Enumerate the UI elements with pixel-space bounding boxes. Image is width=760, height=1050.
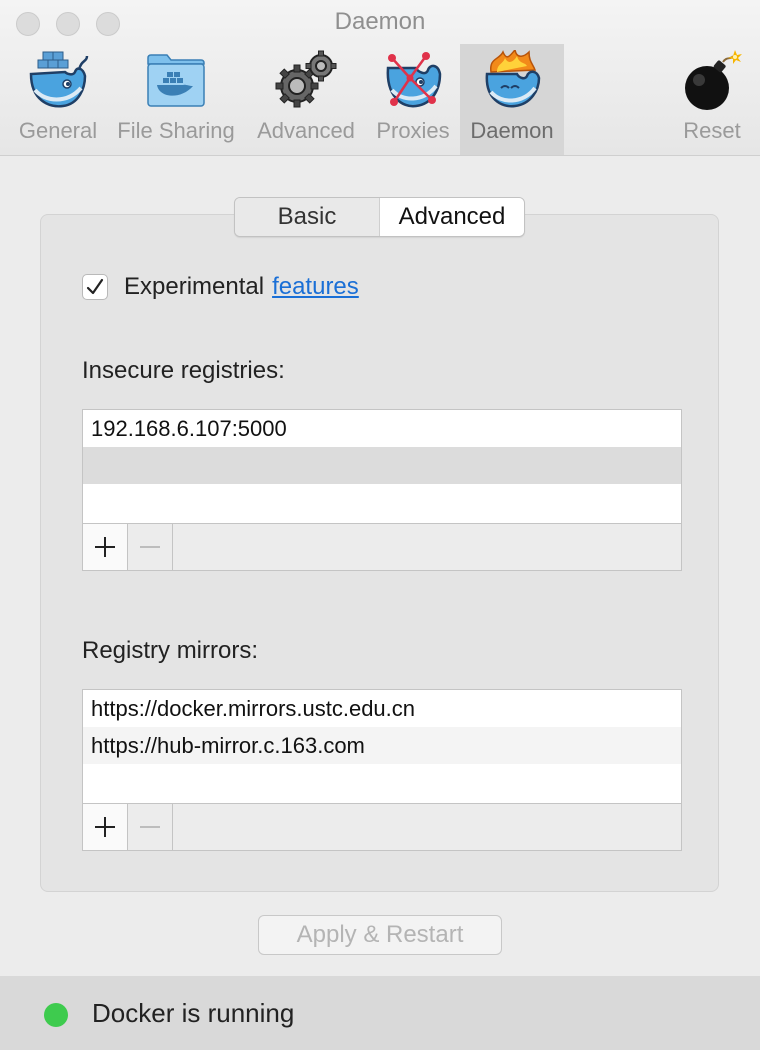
toolbar-item-proxies[interactable]: Proxies — [368, 44, 458, 155]
toolbar-item-label: Proxies — [376, 118, 450, 143]
shared-folder-icon — [147, 54, 205, 107]
toolbar-item-label: Daemon — [470, 118, 554, 143]
window-title: Daemon — [334, 8, 426, 35]
toolbar-item-advanced[interactable]: Advanced — [250, 44, 362, 155]
status-running-indicator — [44, 1003, 68, 1027]
experimental-label: Experimental — [124, 273, 265, 300]
bomb-icon — [685, 50, 742, 110]
checkmark-icon — [86, 278, 104, 295]
tab-advanced[interactable]: Advanced — [380, 198, 524, 236]
plus-icon — [95, 537, 115, 557]
tab-basic[interactable]: Basic — [235, 198, 380, 236]
remove-insecure-registry-button[interactable] — [128, 524, 173, 570]
list-blank-area — [83, 764, 681, 803]
insecure-registries-list[interactable]: 192.168.6.107:5000 — [82, 409, 682, 571]
remove-registry-mirror-button[interactable] — [128, 804, 173, 850]
list-item-empty[interactable] — [83, 447, 681, 484]
experimental-checkbox[interactable] — [82, 274, 108, 300]
add-registry-mirror-button[interactable] — [83, 804, 128, 850]
list-item[interactable]: https://docker.mirrors.ustc.edu.cn — [83, 690, 681, 727]
toolbar-item-label: Reset — [683, 118, 741, 143]
toolbar-item-daemon[interactable]: Daemon — [460, 44, 564, 155]
toolbar-item-general[interactable]: General — [12, 44, 104, 155]
toolbar-item-label: General — [18, 118, 98, 143]
insecure-registries-label: Insecure registries: — [82, 357, 285, 384]
docker-whale-icon — [29, 51, 89, 108]
status-text: Docker is running — [92, 998, 295, 1028]
toolbar: Daemon General File Sharing Advanced Pro… — [0, 0, 760, 156]
basic-advanced-segmented-control: Basic Advanced — [234, 197, 525, 237]
toolbar-item-reset[interactable]: Reset — [670, 44, 754, 155]
registry-mirrors-list[interactable]: https://docker.mirrors.ustc.edu.cn https… — [82, 689, 682, 851]
add-insecure-registry-button[interactable] — [83, 524, 128, 570]
experimental-features-row: Experimental features — [82, 270, 359, 304]
toolbar-item-file-sharing[interactable]: File Sharing — [112, 44, 240, 155]
proxy-whale-icon — [386, 52, 442, 108]
list-controls — [83, 523, 681, 570]
plus-icon — [95, 817, 115, 837]
apply-restart-button[interactable]: Apply & Restart — [258, 915, 502, 955]
minus-icon — [140, 546, 160, 548]
list-item[interactable]: 192.168.6.107:5000 — [83, 410, 681, 447]
toolbar-item-label: File Sharing — [117, 118, 235, 143]
toolbar-item-label: Advanced — [257, 118, 355, 143]
list-blank-area — [83, 484, 681, 523]
preferences-window: Daemon General File Sharing Advanced Pro… — [0, 0, 760, 1050]
gears-icon — [275, 50, 337, 108]
list-item[interactable]: https://hub-mirror.c.163.com — [83, 727, 681, 764]
features-link[interactable]: features — [272, 273, 359, 301]
minus-icon — [140, 826, 160, 828]
fire-whale-icon — [485, 50, 541, 108]
list-controls — [83, 803, 681, 850]
registry-mirrors-label: Registry mirrors: — [82, 637, 259, 664]
